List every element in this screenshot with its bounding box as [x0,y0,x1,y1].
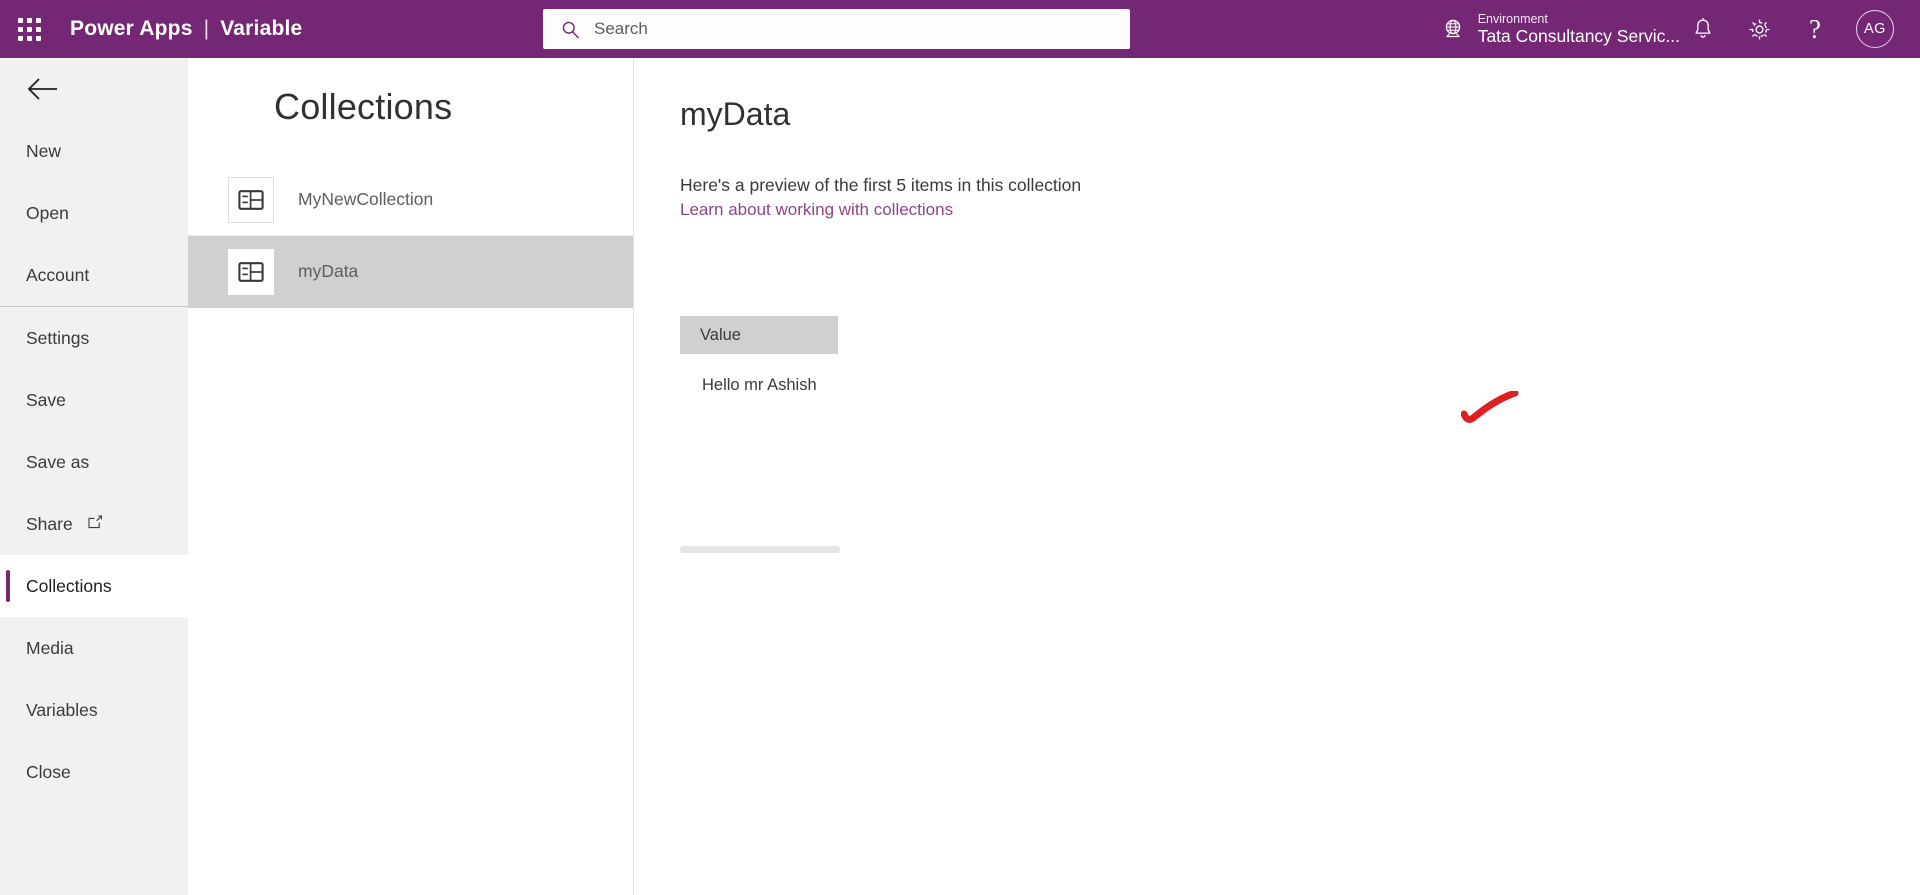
sidebar-item-label: Variables [26,699,98,720]
collection-table-icon [228,248,274,295]
search-icon [562,21,579,38]
sidebar-item-variables[interactable]: Variables [0,679,188,741]
sidebar-item-label: Settings [26,327,90,348]
collection-table-icon [228,176,274,223]
table-column-header: Value [680,316,840,354]
sidebar-item-open[interactable]: Open [0,182,188,244]
sidebar-item-label: Account [26,264,90,285]
search-input[interactable] [594,19,1074,39]
sidebar-item-new[interactable]: New [0,120,188,182]
brand-separator: | [203,17,210,40]
learn-about-collections-link[interactable]: Learn about working with collections [635,196,953,220]
globe-environment-icon [1445,19,1460,38]
sidebar-item-label: Save [26,389,66,410]
sidebar-item-settings[interactable]: Settings [0,307,188,369]
collection-detail-pane: myData Here's a preview of the first 5 i… [635,58,1920,895]
avatar[interactable]: AG [1856,10,1894,48]
sidebar-item-label: Open [26,202,69,223]
collection-name: MyNewCollection [298,189,434,209]
page-title: Collections [274,86,453,127]
collection-name: myData [298,261,359,281]
sidebar-item-collections[interactable]: Collections [0,555,188,617]
preview-note: Here's a preview of the first 5 items in… [680,175,1082,195]
topbar-icon-group: ? AG [1688,0,1908,58]
sidebar-item-close[interactable]: Close [0,741,188,803]
collection-preview-table: Value Hello mr Ashish [680,316,840,553]
list-item[interactable]: myData [188,236,633,308]
sidebar-item-media[interactable]: Media [0,617,188,679]
horizontal-scrollbar[interactable] [680,546,840,553]
help-question-icon[interactable]: ? [1800,14,1830,44]
app-name: Variable [220,17,303,40]
open-in-new-window-icon [87,514,103,535]
global-search-box[interactable] [543,9,1130,49]
back-arrow-icon[interactable] [0,58,188,120]
backstage-rail: New Open Account Settings Save Save as S… [0,58,188,895]
detail-title: myData [680,96,791,132]
notifications-bell-icon[interactable] [1688,14,1718,44]
collections-list-panel: Collections MyNewCollection myData [188,58,634,895]
sidebar-item-label: Media [26,637,74,658]
sidebar-item-label: Collections [26,575,112,596]
environment-label: Environment [1477,11,1548,26]
sidebar-item-label: Share [26,513,73,534]
table-row: Hello mr Ashish [702,375,817,394]
top-command-bar: Power Apps | Variable Environment Tata C… [0,0,1920,58]
settings-gear-icon[interactable] [1744,14,1774,44]
sidebar-item-save-as[interactable]: Save as [0,431,188,493]
sidebar-item-label: Save as [26,451,90,472]
list-item[interactable]: MyNewCollection [188,164,633,236]
brand-title: Power Apps | Variable [70,17,302,41]
sidebar-item-label: New [26,140,62,161]
app-launcher-waffle-icon[interactable] [0,0,58,58]
sidebar-item-label: Close [26,761,71,782]
product-name: Power Apps [70,17,193,40]
sidebar-item-account[interactable]: Account [0,244,188,306]
environment-name: Tata Consultancy Servic... [1477,26,1680,47]
sidebar-item-share[interactable]: Share [0,493,188,555]
environment-selector[interactable]: Environment Tata Consultancy Servic... [1440,0,1680,58]
sidebar-item-save[interactable]: Save [0,369,188,431]
red-handdrawn-checkmark [1461,391,1519,423]
